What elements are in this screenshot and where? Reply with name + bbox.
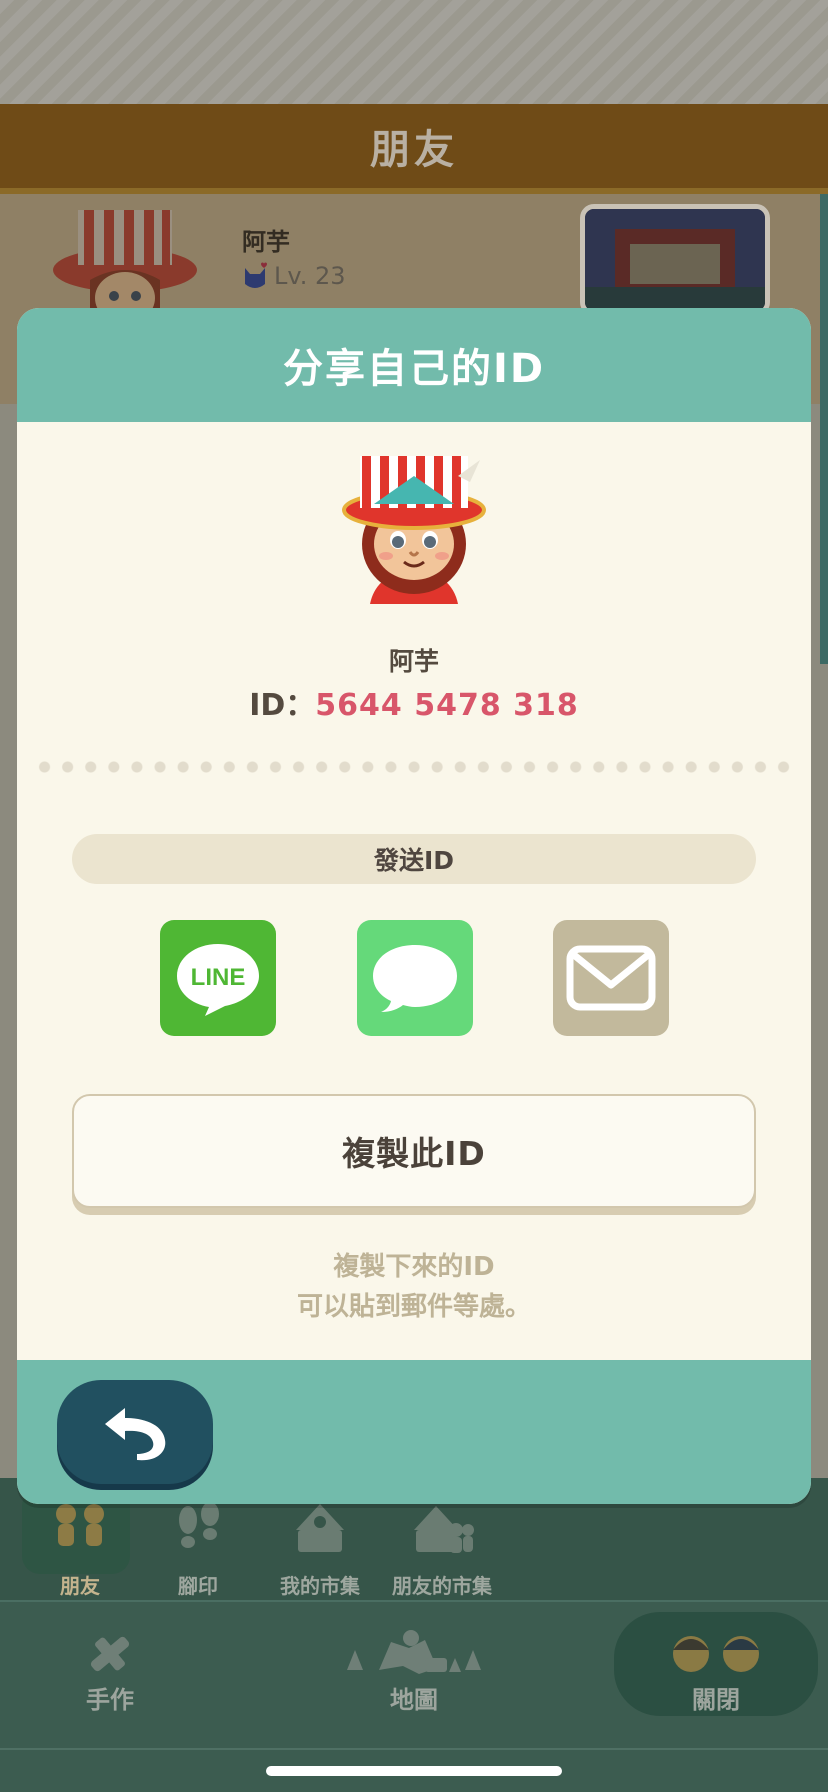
copy-hint-line1: 複製下來的ID <box>333 1252 495 1282</box>
send-id-label: 發送ID <box>373 846 455 875</box>
share-mail-button[interactable] <box>553 920 669 1036</box>
nav-close-button[interactable]: 關閉 <box>614 1612 818 1716</box>
nav-map-label: 地圖 <box>390 1686 438 1714</box>
send-id-section-label: 發送ID <box>72 834 756 884</box>
back-arrow-icon <box>105 1408 166 1461</box>
friend-avatar <box>53 210 197 320</box>
dialog-title: 分享自己的ID <box>282 346 546 392</box>
copy-hint-line2: 可以貼到郵件等處。 <box>296 1292 531 1322</box>
user-name: 阿芋 <box>388 647 439 676</box>
copy-id-button[interactable]: 複製此ID <box>72 1094 756 1208</box>
id-value: 5644 5478 318 <box>315 688 579 723</box>
friend-name: 阿芋 <box>242 228 290 256</box>
dialog-footer <box>17 1360 811 1504</box>
player-avatar <box>342 456 486 604</box>
message-bubble-icon <box>373 945 457 1012</box>
id-prefix: ID： <box>249 688 316 723</box>
friends-market-icon <box>414 1506 474 1553</box>
friend-level-row: Lv. 23 <box>242 262 346 290</box>
my-market-icon <box>296 1504 344 1552</box>
footprints-icon <box>179 1502 219 1548</box>
tab-label: 腳印 <box>178 1574 218 1598</box>
nav-close-label: 關閉 <box>692 1686 740 1714</box>
share-line-button[interactable]: LINE <box>160 920 276 1036</box>
background-pattern <box>0 0 828 104</box>
scrollbar[interactable] <box>820 194 828 664</box>
tab-label: 朋友的市集 <box>392 1574 492 1598</box>
bottom-nav: 手作 地圖 關閉 <box>0 1602 828 1748</box>
user-id: ID：5644 5478 318 <box>17 680 811 724</box>
share-id-dialog: 分享自己的ID 阿芋 ID：5644 5478 318 發送ID LINE 複製… <box>17 308 811 1504</box>
friend-level: Lv. 23 <box>274 262 346 290</box>
friend-camp-thumbnail[interactable] <box>580 204 770 316</box>
tab-label: 我的市集 <box>280 1574 360 1598</box>
cat-level-icon <box>245 262 267 288</box>
back-button[interactable] <box>57 1380 213 1484</box>
dialog-header: 分享自己的ID <box>17 308 811 422</box>
friends-header-title: 朋友 <box>370 127 458 173</box>
share-messages-button[interactable] <box>357 920 473 1036</box>
dotted-divider <box>33 760 795 774</box>
villagers-icon <box>673 1636 759 1672</box>
map-icon <box>347 1630 481 1674</box>
home-indicator[interactable] <box>266 1766 562 1776</box>
hammer-icon <box>90 1636 130 1672</box>
nav-craft[interactable]: 手作 <box>60 1602 160 1742</box>
mail-icon <box>566 945 656 1011</box>
line-icon: LINE <box>177 944 259 1016</box>
friends-header: 朋友 <box>0 104 828 194</box>
line-logo-text: LINE <box>191 964 246 991</box>
nav-craft-label: 手作 <box>86 1686 134 1714</box>
friends-icon <box>56 1504 104 1546</box>
copy-id-label: 複製此ID <box>342 1134 486 1173</box>
tab-label: 朋友 <box>60 1574 100 1598</box>
nav-map[interactable]: 地圖 <box>334 1602 494 1742</box>
